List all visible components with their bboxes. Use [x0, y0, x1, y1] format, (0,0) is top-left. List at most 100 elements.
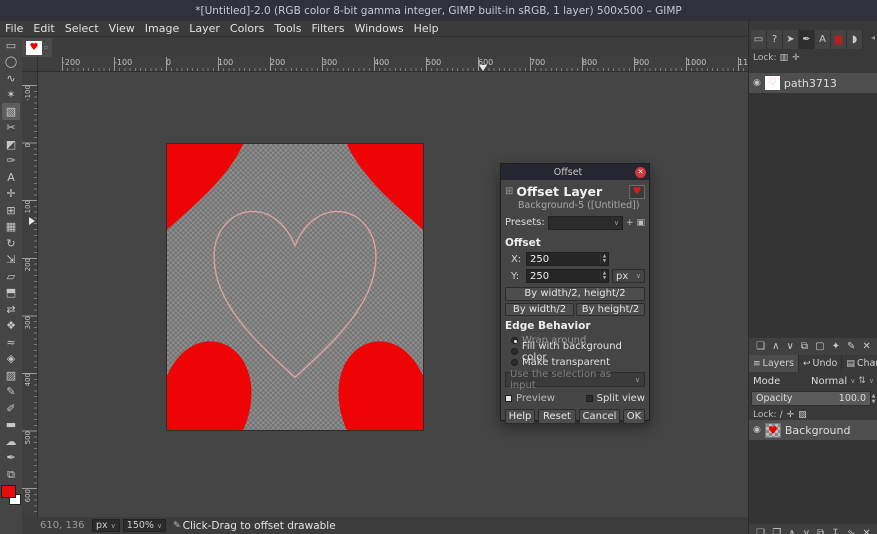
paths-tool[interactable]: ✑: [2, 153, 20, 170]
ellipse-select-tool[interactable]: ◯: [2, 54, 20, 71]
radio-fill-with-background-color[interactable]: Fill with background color: [511, 346, 645, 357]
new-path-button[interactable]: ❏: [756, 342, 765, 352]
tab-undo[interactable]: ↩Undo: [799, 355, 842, 372]
menu-image[interactable]: Image: [140, 22, 184, 35]
unit-select[interactable]: px∨: [92, 519, 120, 532]
move-tool[interactable]: ✛: [2, 186, 20, 203]
selection-to-path-button[interactable]: ✦: [832, 342, 840, 352]
scale-tool[interactable]: ⇲: [2, 252, 20, 269]
lock-position-icon[interactable]: ✛: [787, 410, 795, 420]
new-layer-button[interactable]: ❏: [756, 529, 765, 534]
raise-path-button[interactable]: ∧: [772, 342, 779, 352]
reset-button[interactable]: Reset: [538, 409, 576, 424]
manage-presets-icon[interactable]: ▣: [636, 218, 645, 228]
bucket-fill-tool[interactable]: ◈: [2, 351, 20, 368]
shear-tool[interactable]: ▱: [2, 268, 20, 285]
menu-edit[interactable]: Edit: [28, 22, 59, 35]
menu-filters[interactable]: Filters: [306, 22, 349, 35]
unified-transform-tool[interactable]: ❖: [2, 318, 20, 335]
offset-half-both-button[interactable]: By width/2, height/2: [505, 287, 645, 301]
crop-tool[interactable]: ▦: [2, 219, 20, 236]
cancel-button[interactable]: Cancel: [579, 409, 620, 424]
menu-windows[interactable]: Windows: [349, 22, 408, 35]
vertical-ruler[interactable]: -1000100200300400500600: [22, 72, 38, 517]
perspective-tool[interactable]: ⬒: [2, 285, 20, 302]
dialog-titlebar[interactable]: Offset ✕: [501, 164, 649, 180]
chevron-down-icon[interactable]: ∨: [850, 377, 855, 385]
path-to-selection-button[interactable]: ▢: [815, 342, 824, 352]
menu-tools[interactable]: Tools: [269, 22, 306, 35]
pointer-tab-icon[interactable]: ?: [767, 30, 783, 49]
split-view-checkbox[interactable]: [586, 395, 593, 402]
delete-path-button[interactable]: ✕: [863, 342, 871, 352]
mode-switch-icon[interactable]: ⇅: [858, 376, 866, 386]
spinner-arrows-icon[interactable]: ▲▼: [600, 254, 608, 265]
foreground-color-swatch[interactable]: [1, 485, 16, 498]
image-drawable[interactable]: [166, 143, 424, 431]
menu-colors[interactable]: Colors: [225, 22, 269, 35]
horizontal-ruler[interactable]: -200-10001002003004005006007008009001000…: [38, 57, 748, 72]
mode-value[interactable]: Normal: [811, 376, 847, 387]
foreground-select-tool[interactable]: ◩: [2, 136, 20, 153]
chevron-down-icon[interactable]: ∨: [869, 377, 874, 385]
opacity-slider[interactable]: Opacity 100.0: [751, 391, 871, 406]
x-offset-input[interactable]: 250 ▲▼: [526, 252, 609, 266]
offset-half-width-button[interactable]: By width/2: [505, 303, 574, 317]
warp-tool[interactable]: ≈: [2, 334, 20, 351]
paintbrush-tool[interactable]: ✐: [2, 400, 20, 417]
brushes-tab-icon[interactable]: ◗: [847, 30, 863, 49]
raise-layer-button[interactable]: ∧: [788, 529, 795, 534]
ruler-corner[interactable]: [22, 57, 38, 72]
fonts-tab-icon[interactable]: A: [815, 30, 831, 49]
fuzzy-select-tool[interactable]: ✶: [2, 87, 20, 104]
flip-tool[interactable]: ⇄: [2, 301, 20, 318]
presets-combo[interactable]: ∨: [548, 216, 623, 230]
lower-layer-button[interactable]: ∨: [803, 529, 810, 534]
menu-layer[interactable]: Layer: [184, 22, 225, 35]
offset-half-height-button[interactable]: By height/2: [576, 303, 645, 317]
paths-tab-icon[interactable]: ✒: [799, 30, 815, 49]
lock-alpha-icon[interactable]: ▨: [798, 410, 807, 420]
dock-collapse-icon[interactable]: ◂: [871, 33, 875, 42]
menu-view[interactable]: View: [104, 22, 140, 35]
image-tab[interactable]: ♥ ▫: [22, 38, 52, 57]
history-tab-icon[interactable]: ➤: [783, 30, 799, 49]
path-row[interactable]: ◉ ♡ path3713: [749, 73, 877, 93]
close-icon[interactable]: ✕: [635, 167, 646, 178]
context-input-combo[interactable]: Use the selection as input∨: [505, 372, 645, 387]
layer-list[interactable]: ◉ ♥ Background: [749, 420, 877, 523]
free-select-tool[interactable]: ∿: [2, 70, 20, 87]
paths-list-empty[interactable]: [749, 93, 877, 338]
gradients-tab-icon[interactable]: ▆: [831, 30, 847, 49]
duplicate-layer-button[interactable]: ⧉: [817, 529, 824, 534]
preview-checkbox[interactable]: [505, 395, 512, 402]
lock-pixels-icon[interactable]: ▥: [780, 53, 789, 63]
add-preset-icon[interactable]: +: [626, 218, 634, 228]
color-swatches[interactable]: [1, 485, 21, 505]
layer-row[interactable]: ◉ ♥ Background: [749, 420, 877, 440]
align-tool[interactable]: ⊞: [2, 202, 20, 219]
rotate-tool[interactable]: ↻: [2, 235, 20, 252]
opacity-spinner[interactable]: ▲▼: [870, 391, 877, 406]
new-group-button[interactable]: ❐: [772, 529, 781, 534]
gradient-tool[interactable]: ▨: [2, 367, 20, 384]
duplicate-path-button[interactable]: ⧉: [801, 342, 808, 352]
zoom-select[interactable]: 150%∨: [123, 519, 166, 532]
ink-tool[interactable]: ✒: [2, 450, 20, 467]
tab-layers[interactable]: ≡Layers: [749, 355, 799, 372]
window-titlebar[interactable]: *[Untitled]-2.0 (RGB color 8-bit gamma i…: [0, 0, 877, 21]
rectangle-select-tool[interactable]: ▭: [2, 37, 20, 54]
text-tool[interactable]: A: [2, 169, 20, 186]
anchor-layer-button[interactable]: ↧: [831, 529, 839, 534]
eraser-tool[interactable]: ▬: [2, 417, 20, 434]
drag-handle-icon[interactable]: ⊞: [505, 186, 513, 197]
menu-help[interactable]: Help: [409, 22, 444, 35]
spinner-arrows-icon[interactable]: ▲▼: [600, 271, 608, 282]
help-button[interactable]: Help: [505, 409, 535, 424]
heart-path-outline[interactable]: [214, 211, 376, 377]
lower-path-button[interactable]: ∨: [786, 342, 793, 352]
images-tab-icon[interactable]: ▭: [751, 30, 767, 49]
menu-file[interactable]: File: [0, 22, 28, 35]
delete-layer-button[interactable]: ✕: [862, 529, 870, 534]
pencil-tool[interactable]: ✎: [2, 384, 20, 401]
